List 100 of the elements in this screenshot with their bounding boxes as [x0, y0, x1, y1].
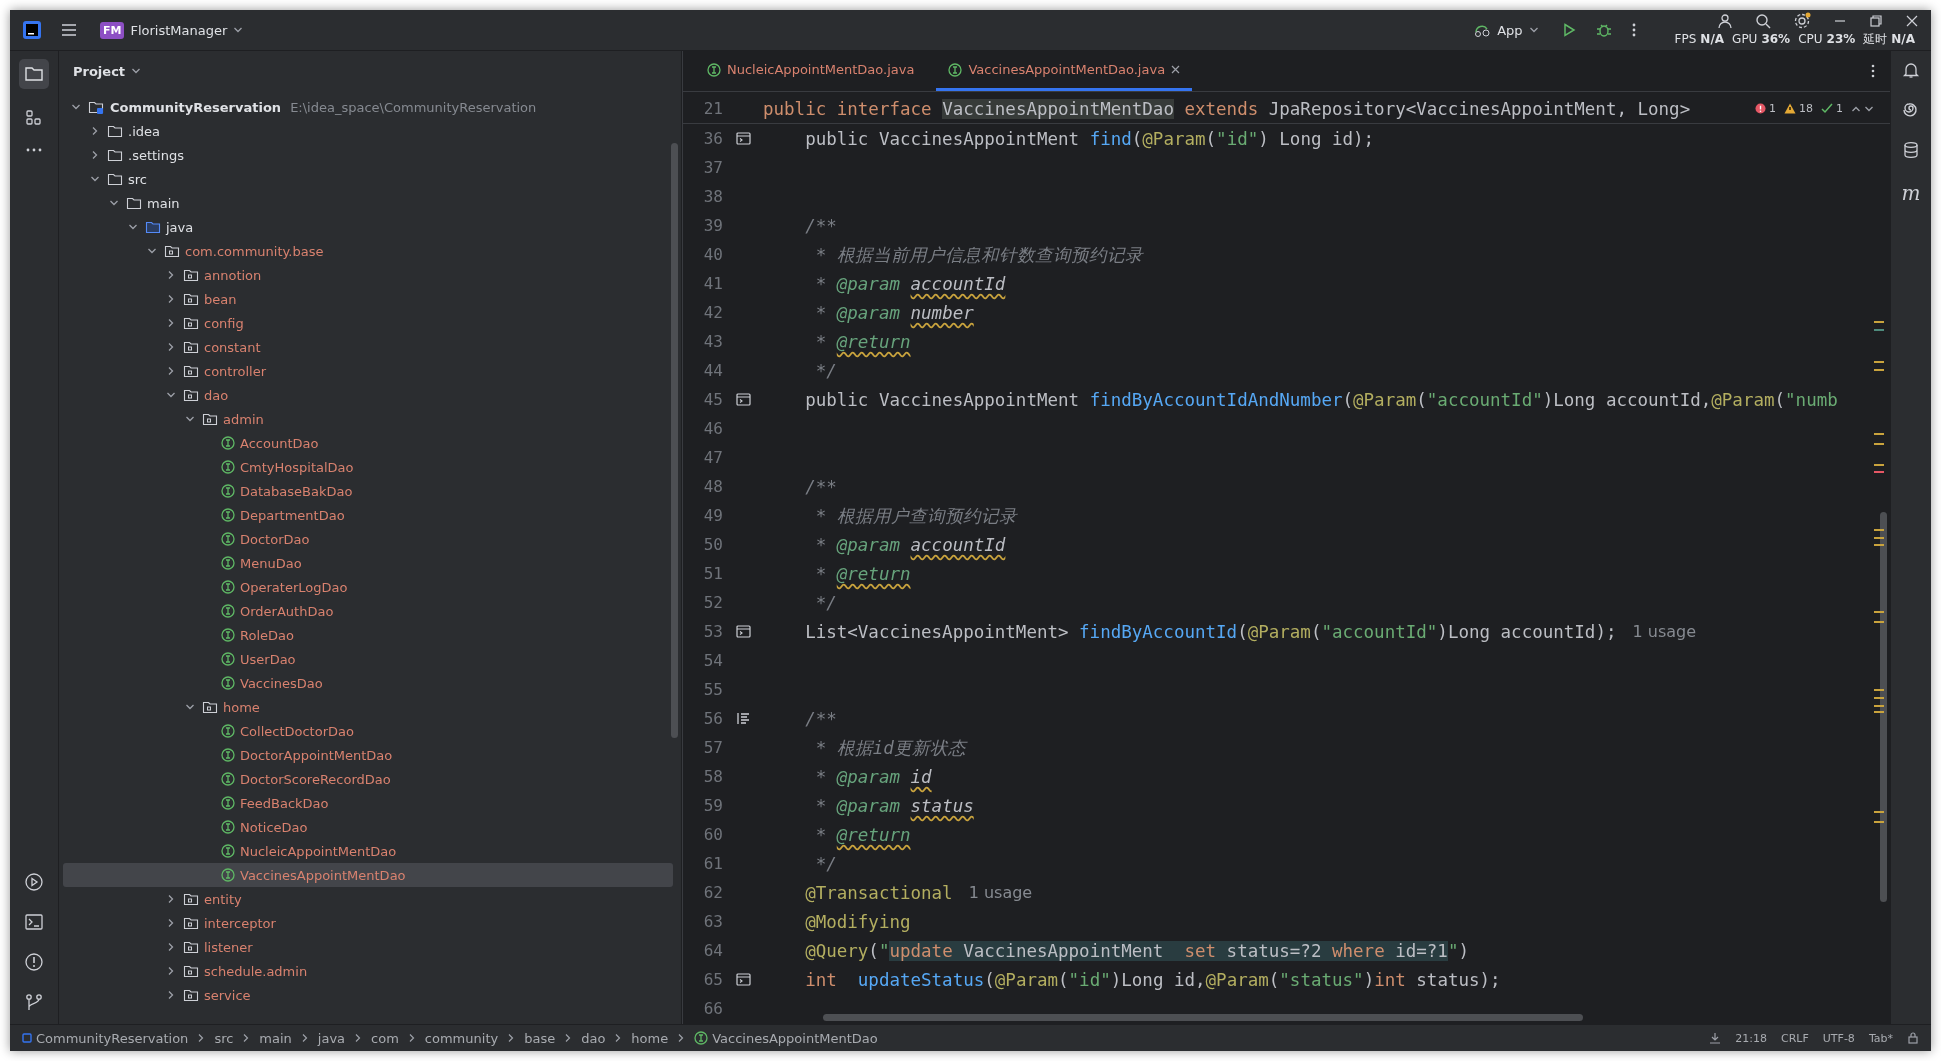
chevron-right-icon[interactable] [166, 918, 176, 928]
tree-item[interactable]: OrderAuthDao [63, 599, 673, 623]
chevron-right-icon[interactable] [90, 126, 100, 136]
chevron-right-icon[interactable] [166, 366, 176, 376]
cursor-position[interactable]: 21:18 [1735, 1031, 1767, 1045]
tree-item[interactable]: VaccinesAppointMentDao [63, 863, 673, 887]
app-logo-icon[interactable] [22, 20, 42, 40]
tree-item[interactable]: schedule.admin [63, 959, 673, 983]
structure-icon[interactable] [25, 109, 43, 127]
implementation-icon[interactable] [735, 132, 751, 145]
chevron-right-icon[interactable] [166, 990, 176, 1000]
more-icon[interactable] [1630, 22, 1637, 38]
project-switcher[interactable]: FM FloristManager [96, 19, 248, 41]
tree-item[interactable]: service [63, 983, 673, 1007]
profile-icon[interactable] [1717, 13, 1733, 29]
breadcrumb[interactable]: home [631, 1030, 669, 1046]
run-configuration[interactable]: App [1469, 20, 1543, 40]
tree-item[interactable]: OperaterLogDao [63, 575, 673, 599]
tree-item[interactable]: AccountDao [63, 431, 673, 455]
breadcrumb[interactable]: CommunityReservation [22, 1030, 189, 1046]
terminal-icon[interactable] [24, 912, 44, 932]
chevron-right-icon[interactable] [90, 150, 100, 160]
tree-item[interactable]: DoctorScoreRecordDao [63, 767, 673, 791]
chevron-right-icon[interactable] [166, 966, 176, 976]
tree-item[interactable]: java [63, 215, 673, 239]
maven-button[interactable]: m [1901, 181, 1921, 205]
tree-item[interactable]: RoleDao [63, 623, 673, 647]
download-icon[interactable] [1709, 1032, 1722, 1044]
git-branch-icon[interactable] [24, 992, 44, 1012]
tree-item[interactable]: DoctorAppointMentDao [63, 743, 673, 767]
tree-item[interactable]: MenuDao [63, 551, 673, 575]
tree-item[interactable]: .settings [63, 143, 673, 167]
tree-item[interactable]: admin [63, 407, 673, 431]
problems-icon[interactable] [24, 952, 44, 972]
chevron-down-icon[interactable] [71, 102, 81, 112]
tree-item[interactable]: CmtyHospitalDao [63, 455, 673, 479]
tree-item[interactable]: bean [63, 287, 673, 311]
tree-item[interactable]: FeedBackDao [63, 791, 673, 815]
tree-item[interactable]: CollectDoctorDao [63, 719, 673, 743]
tree-item[interactable]: dao [63, 383, 673, 407]
tree-item[interactable]: com.community.base [63, 239, 673, 263]
chevron-right-icon[interactable] [166, 270, 176, 280]
inspection-widget[interactable]: 1 18 1 [1755, 102, 1874, 115]
search-icon[interactable] [1755, 13, 1771, 29]
implementation-icon[interactable] [735, 973, 751, 986]
tree-item[interactable]: VaccinesDao [63, 671, 673, 695]
breadcrumb[interactable]: community [424, 1030, 499, 1046]
tree-item[interactable]: NoticeDao [63, 815, 673, 839]
chevron-right-icon[interactable] [166, 894, 176, 904]
settings-icon[interactable] [1793, 12, 1811, 30]
folder-icon[interactable] [19, 59, 49, 89]
tree-item[interactable]: config [63, 311, 673, 335]
file-encoding[interactable]: UTF-8 [1822, 1031, 1855, 1045]
close-icon[interactable] [1171, 65, 1181, 74]
scrollbar[interactable] [823, 1014, 1583, 1021]
menu-icon[interactable] [60, 22, 78, 38]
spiral-icon[interactable] [1902, 101, 1920, 119]
tree-item[interactable]: interceptor [63, 911, 673, 935]
database-icon[interactable] [1902, 141, 1920, 159]
tree-item[interactable]: main [63, 191, 673, 215]
breadcrumb[interactable]: main [259, 1030, 292, 1046]
tree-item[interactable]: DoctorDao [63, 527, 673, 551]
tree-item[interactable]: DatabaseBakDao [63, 479, 673, 503]
tree-item[interactable]: listener [63, 935, 673, 959]
chevron-down-icon[interactable] [109, 198, 119, 208]
tree-item[interactable]: .idea [63, 119, 673, 143]
restore-icon[interactable] [1869, 14, 1883, 28]
editor-tab[interactable]: NucleicAppointMentDao.java [695, 51, 927, 91]
panel-title[interactable]: Project [69, 61, 146, 81]
breadcrumb[interactable]: dao [581, 1030, 606, 1046]
scrollbar[interactable] [671, 143, 678, 738]
run-icon[interactable] [24, 872, 44, 892]
chevron-down-icon[interactable] [166, 390, 176, 400]
chevron-down-icon[interactable] [185, 414, 195, 424]
breadcrumb[interactable]: src [214, 1030, 234, 1046]
chevron-right-icon[interactable] [166, 342, 176, 352]
implementation-icon[interactable] [735, 625, 751, 638]
breadcrumb[interactable]: base [524, 1030, 556, 1046]
indent-setting[interactable]: Tab* [1868, 1031, 1893, 1045]
tree-item[interactable]: DepartmentDao [63, 503, 673, 527]
scrollbar[interactable] [1880, 512, 1887, 902]
close-icon[interactable] [1905, 14, 1919, 28]
chevron-down-icon[interactable] [147, 246, 157, 256]
tree-item[interactable]: controller [63, 359, 673, 383]
line-separator[interactable]: CRLF [1781, 1031, 1809, 1045]
chevron-down-icon[interactable] [90, 174, 100, 184]
tree-item[interactable]: constant [63, 335, 673, 359]
tree-item[interactable]: NucleicAppointMentDao [63, 839, 673, 863]
chevron-right-icon[interactable] [166, 294, 176, 304]
implementation-icon[interactable] [735, 393, 751, 406]
breadcrumb[interactable]: VaccinesAppointMentDao [694, 1030, 878, 1046]
breadcrumb[interactable]: java [317, 1030, 346, 1046]
breadcrumb[interactable]: com [371, 1030, 399, 1046]
tree-item[interactable]: home [63, 695, 673, 719]
chevron-right-icon[interactable] [166, 942, 176, 952]
more-icon[interactable] [1870, 63, 1876, 79]
tree-item[interactable]: UserDao [63, 647, 673, 671]
chevron-down-icon[interactable] [128, 222, 138, 232]
doc-toggle-icon[interactable] [735, 712, 751, 725]
tree-item[interactable]: entity [63, 887, 673, 911]
